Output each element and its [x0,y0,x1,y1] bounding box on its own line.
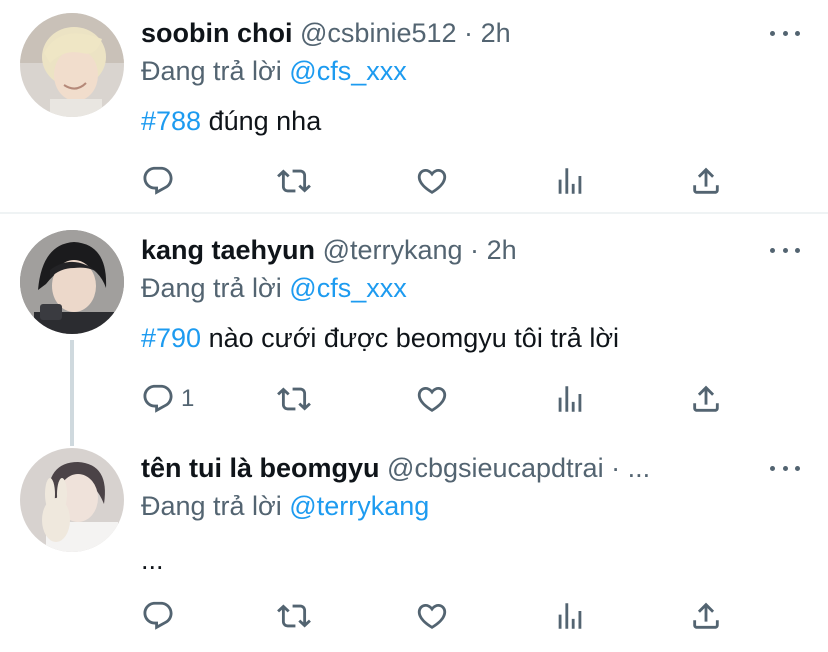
avatar[interactable] [20,448,124,552]
like-button[interactable] [415,161,449,201]
tweet-header: tên tui là beomgyu @cbgsieucapdtrai · ..… [141,448,768,488]
timestamp[interactable]: 2h [487,235,517,265]
reply-icon [141,164,175,198]
reply-count: 1 [181,385,195,412]
separator: · [464,18,474,48]
separator: · [611,453,621,483]
tweet-header: kang taehyun @terrykang · 2h [141,230,768,270]
tweet-text: ... [141,540,164,580]
retweet-button[interactable] [277,379,311,419]
timestamp[interactable]: ... [628,453,651,483]
share-icon [689,382,723,416]
views-button[interactable] [553,379,587,419]
hashtag-link[interactable]: #790 [141,323,201,353]
retweet-button[interactable] [277,161,311,201]
mention-link[interactable]: @terrykang [289,491,429,521]
tweet-body-text: nào cưới được beomgyu tôi trả lời [208,323,620,353]
replying-to-label: Đang trả lời [141,273,282,303]
like-icon [415,599,449,633]
avatar[interactable] [20,13,124,117]
like-icon [415,382,449,416]
replying-to: Đang trả lời @cfs_xxx [141,51,407,91]
like-button[interactable] [415,596,449,636]
timestamp[interactable]: 2h [481,18,511,48]
retweet-button[interactable] [277,596,311,636]
user-handle[interactable]: @cbgsieucapdtrai [387,453,604,483]
retweet-icon [277,599,311,633]
reply-button[interactable]: 1 [141,379,194,419]
tweet-text: #788 đúng nha [141,101,321,141]
display-name[interactable]: soobin choi [141,18,293,48]
tweet-actions [141,161,741,201]
share-button[interactable] [689,161,723,201]
views-icon [553,599,587,633]
retweet-icon [277,382,311,416]
user-handle[interactable]: @csbinie512 [300,18,457,48]
reply-button[interactable] [141,161,181,201]
views-button[interactable] [553,596,587,636]
tweet-item[interactable]: kang taehyun @terrykang · 2h Đang trả lờ… [0,214,828,434]
tweet-header: soobin choi @csbinie512 · 2h [141,13,768,53]
like-button[interactable] [415,379,449,419]
tweet-body-text: đúng nha [208,106,322,136]
more-icon[interactable] [770,463,800,473]
replying-to: Đang trả lời @terrykang [141,486,429,526]
like-icon [415,164,449,198]
more-icon[interactable] [770,28,800,38]
more-icon[interactable] [770,245,800,255]
tweet-actions [141,596,741,636]
reply-button[interactable] [141,596,181,636]
share-button[interactable] [689,379,723,419]
separator: · [470,235,480,265]
tweet-actions: 1 [141,379,741,419]
tweet-body-text: ... [141,545,164,575]
reply-icon [141,382,175,416]
display-name[interactable]: kang taehyun [141,235,315,265]
replying-to: Đang trả lời @cfs_xxx [141,268,407,308]
hashtag-link[interactable]: #788 [141,106,201,136]
avatar[interactable] [20,230,124,334]
mention-link[interactable]: @cfs_xxx [289,273,406,303]
retweet-icon [277,164,311,198]
mention-link[interactable]: @cfs_xxx [289,56,406,86]
share-icon [689,164,723,198]
replying-to-label: Đang trả lời [141,56,282,86]
views-icon [553,382,587,416]
tweet-item[interactable]: tên tui là beomgyu @cbgsieucapdtrai · ..… [0,434,828,652]
tweet-item[interactable]: soobin choi @csbinie512 · 2h Đang trả lờ… [0,0,828,212]
views-button[interactable] [553,161,587,201]
share-button[interactable] [689,596,723,636]
reply-icon [141,599,175,633]
share-icon [689,599,723,633]
views-icon [553,164,587,198]
display-name[interactable]: tên tui là beomgyu [141,453,380,483]
tweet-text: #790 nào cưới được beomgyu tôi trả lời [141,318,619,358]
replying-to-label: Đang trả lời [141,491,282,521]
user-handle[interactable]: @terrykang [323,235,463,265]
